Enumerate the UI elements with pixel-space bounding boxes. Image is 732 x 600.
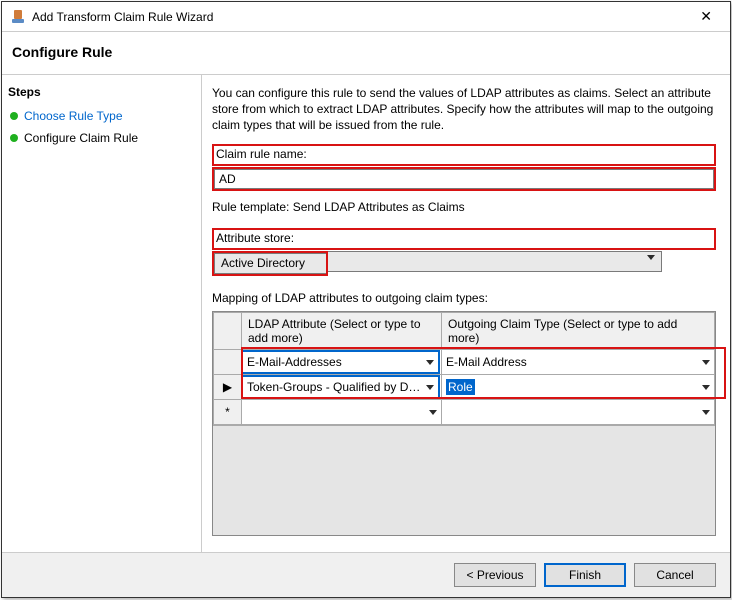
ldap-attribute-cell[interactable] (242, 400, 441, 424)
step-label: Choose Rule Type (24, 109, 123, 123)
close-button[interactable]: ✕ (690, 4, 722, 29)
ldap-attribute-value: Token-Groups - Qualified by Doma... (247, 380, 426, 394)
claim-rule-name-input[interactable] (214, 169, 714, 189)
chevron-down-icon (426, 385, 434, 390)
outgoing-claim-cell[interactable] (442, 400, 714, 424)
ldap-attribute-cell[interactable]: E-Mail-Addresses (241, 350, 440, 374)
chevron-down-icon (647, 255, 655, 260)
previous-button[interactable]: < Previous (454, 563, 536, 587)
outgoing-claim-value-selected: Role (446, 379, 475, 395)
grid-empty-area (213, 425, 715, 535)
attribute-store-value-display: Active Directory (214, 253, 326, 274)
page-subtitle: Configure Rule (2, 32, 730, 74)
chevron-down-icon (426, 360, 434, 365)
chevron-down-icon (429, 410, 437, 415)
attribute-store-select-wrapper: Active Directory (212, 251, 662, 277)
mapping-grid-container: LDAP Attribute (Select or type to add mo… (212, 311, 716, 537)
table-row: * (214, 400, 715, 425)
app-icon (10, 9, 26, 25)
main-panel: You can configure this rule to send the … (202, 75, 730, 552)
highlight-claim-rule-name-label: Claim rule name: (212, 144, 716, 166)
outgoing-claim-cell[interactable]: E-Mail Address (442, 350, 714, 374)
attribute-store-value: Active Directory (221, 256, 305, 270)
content-area: Steps Choose Rule Type Configure Claim R… (2, 74, 730, 552)
row-marker: ▶ (214, 375, 242, 400)
bullet-icon (10, 112, 18, 120)
step-label: Configure Claim Rule (24, 131, 138, 145)
footer: < Previous Finish Cancel (2, 552, 730, 597)
step-configure-claim-rule[interactable]: Configure Claim Rule (2, 127, 201, 149)
outgoing-claim-cell[interactable]: Role (442, 375, 714, 399)
claim-rule-name-label: Claim rule name: (216, 147, 712, 161)
steps-heading: Steps (2, 83, 201, 105)
window-title: Add Transform Claim Rule Wizard (32, 10, 690, 24)
mapping-label: Mapping of LDAP attributes to outgoing c… (212, 291, 716, 305)
description-text: You can configure this rule to send the … (212, 85, 716, 134)
highlight-attribute-store-value: Active Directory (212, 251, 328, 276)
finish-button[interactable]: Finish (544, 563, 626, 587)
row-marker: * (214, 400, 242, 425)
ldap-attribute-cell[interactable]: Token-Groups - Qualified by Doma... (241, 375, 440, 399)
outgoing-claim-value: E-Mail Address (446, 355, 527, 369)
ldap-attribute-value: E-Mail-Addresses (247, 355, 342, 369)
steps-sidebar: Steps Choose Rule Type Configure Claim R… (2, 75, 202, 552)
row-marker (214, 350, 242, 375)
attribute-store-select[interactable] (328, 251, 662, 272)
cancel-button[interactable]: Cancel (634, 563, 716, 587)
attribute-store-label: Attribute store: (216, 231, 712, 245)
table-row: E-Mail-Addresses E-Mail Address (214, 350, 715, 375)
chevron-down-icon (702, 360, 710, 365)
col-header-outgoing: Outgoing Claim Type (Select or type to a… (442, 312, 715, 350)
titlebar: Add Transform Claim Rule Wizard ✕ (2, 2, 730, 32)
table-row: ▶ Token-Groups - Qualified by Doma... (214, 375, 715, 400)
chevron-down-icon (702, 410, 710, 415)
wizard-window: Add Transform Claim Rule Wizard ✕ Config… (1, 1, 731, 598)
highlight-claim-rule-name-input (212, 167, 716, 191)
highlight-attribute-store-label: Attribute store: (212, 228, 716, 250)
chevron-down-icon (702, 385, 710, 390)
col-header-ldap: LDAP Attribute (Select or type to add mo… (242, 312, 442, 350)
bullet-icon (10, 134, 18, 142)
step-choose-rule-type[interactable]: Choose Rule Type (2, 105, 201, 127)
rule-template-label: Rule template: Send LDAP Attributes as C… (212, 200, 716, 214)
mapping-grid: LDAP Attribute (Select or type to add mo… (212, 311, 716, 537)
rowheader-spacer (214, 312, 242, 350)
